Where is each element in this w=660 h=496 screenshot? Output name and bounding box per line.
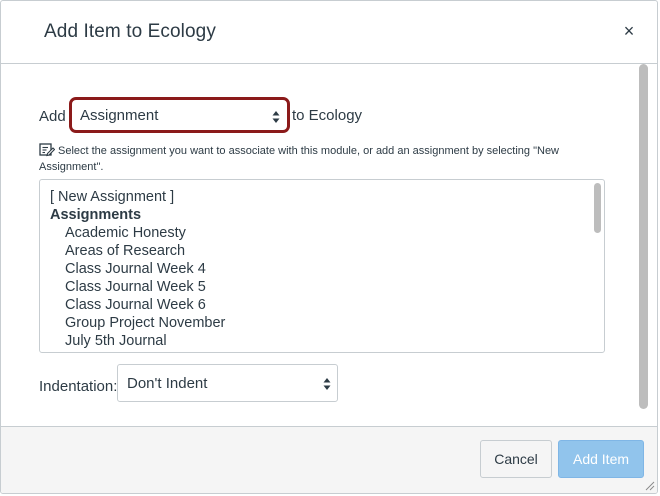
indentation-select-value: Don't Indent — [127, 374, 208, 392]
list-item[interactable]: July 5th Journal — [50, 332, 225, 350]
dialog-content: Add Assignment to Ecology Select the ass… — [1, 64, 657, 428]
add-item-button[interactable]: Add Item — [558, 440, 644, 478]
list-item[interactable]: Class Journal Week 5 — [50, 278, 225, 296]
list-group-assignments: Assignments — [50, 207, 142, 223]
list-item[interactable]: Class Journal Week 4 — [50, 260, 225, 278]
cancel-button[interactable]: Cancel — [480, 440, 552, 478]
list-item[interactable]: Group Project November — [50, 314, 225, 332]
assignment-listbox[interactable]: [ New Assignment ] Assignments Academic … — [39, 179, 605, 353]
edit-note-icon — [39, 143, 55, 157]
to-module-label: to Ecology — [292, 107, 363, 124]
list-item-new-assignment[interactable]: [ New Assignment ] — [50, 188, 225, 206]
item-type-select-value: Assignment — [80, 106, 159, 124]
add-item-dialog: Add Item to Ecology × Add Assignment to … — [0, 0, 658, 494]
listbox-options: [ New Assignment ] Assignments Academic … — [50, 188, 225, 350]
dialog-title: Add Item to Ecology — [44, 21, 216, 42]
dialog-scrollbar[interactable] — [639, 64, 648, 409]
item-type-select-highlight: Assignment — [69, 97, 290, 133]
add-label: Add — [39, 108, 66, 125]
listbox-scrollbar[interactable] — [594, 183, 601, 233]
list-item[interactable]: Academic Honesty — [50, 224, 225, 242]
indentation-select[interactable]: Don't Indent — [117, 364, 338, 402]
dialog-titlebar: Add Item to Ecology × — [1, 1, 657, 64]
close-icon[interactable]: × — [619, 21, 639, 41]
list-item[interactable]: Class Journal Week 6 — [50, 296, 225, 314]
select-arrows-icon — [323, 378, 331, 390]
dialog-footer: Cancel Add Item — [1, 426, 657, 493]
indentation-label: Indentation: — [39, 378, 118, 395]
help-text-block: Select the assignment you want to associ… — [39, 142, 579, 175]
select-arrows-icon — [272, 111, 280, 123]
help-text: Select the assignment you want to associ… — [39, 145, 560, 173]
list-item[interactable]: Areas of Research — [50, 242, 225, 260]
item-type-select[interactable]: Assignment — [75, 102, 284, 128]
resize-handle-icon[interactable] — [643, 479, 655, 491]
